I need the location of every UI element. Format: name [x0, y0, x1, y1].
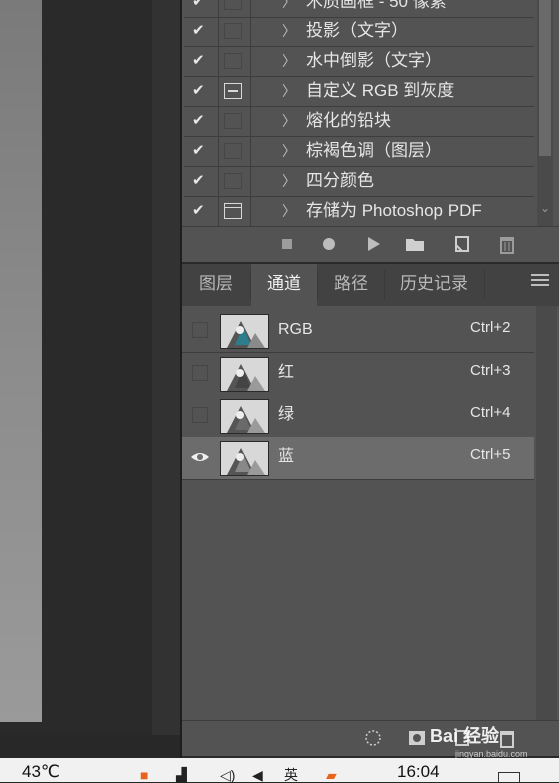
document-canvas[interactable]: [0, 0, 152, 735]
channel-thumbnail: [220, 357, 269, 392]
action-checkmark-icon[interactable]: ✔: [192, 82, 208, 100]
dialog-toggle[interactable]: [224, 143, 242, 159]
dialog-toggle[interactable]: [224, 53, 242, 69]
tab-label: 历史记录: [400, 274, 468, 293]
eye-icon[interactable]: [190, 449, 210, 465]
action-row[interactable]: ✔ 〉 投影（文字）: [184, 17, 534, 47]
channel-shortcut: Ctrl+3: [470, 362, 511, 379]
system-clock[interactable]: 16:04: [397, 762, 440, 782]
action-label: 投影（文字）: [306, 21, 408, 40]
channel-name: 红: [278, 364, 295, 381]
action-checkmark-icon[interactable]: ✔: [192, 172, 208, 190]
chevron-right-icon[interactable]: 〉: [282, 112, 296, 130]
action-checkmark-icon[interactable]: ✔: [192, 112, 208, 130]
ime-indicator[interactable]: 英: [284, 768, 298, 782]
channel-row-blue[interactable]: 蓝 Ctrl+5: [182, 437, 534, 480]
dialog-toggle[interactable]: [224, 23, 242, 39]
channel-name: 绿: [278, 406, 295, 423]
canvas-gutter: [152, 0, 180, 735]
action-label: 存储为 Photoshop PDF: [306, 201, 482, 220]
chevron-right-icon[interactable]: 〉: [282, 202, 296, 220]
tab-label: 图层: [199, 274, 233, 293]
tab-label: 路径: [334, 274, 368, 293]
panel-tabs: 图层 通道 路径 历史记录: [182, 264, 559, 306]
channel-thumbnail: [220, 314, 269, 349]
action-checkmark-icon[interactable]: ✔: [192, 52, 208, 70]
visibility-toggle[interactable]: [192, 365, 208, 381]
channel-name: 蓝: [278, 448, 295, 465]
action-label: 棕褐色调（图层）: [306, 141, 442, 160]
chevron-right-icon[interactable]: 〉: [282, 52, 296, 70]
dialog-toggle[interactable]: [224, 173, 242, 189]
channel-shortcut: Ctrl+2: [470, 319, 511, 336]
action-checkmark-icon[interactable]: ✔: [192, 0, 208, 11]
action-checkmark-icon[interactable]: ✔: [192, 202, 208, 220]
weather-temperature[interactable]: 43℃: [22, 762, 60, 782]
action-label: 四分颜色: [306, 171, 374, 190]
play-icon[interactable]: [362, 233, 384, 255]
trash-icon[interactable]: [496, 233, 518, 255]
channel-thumbnail: [220, 441, 269, 476]
dialog-toggle-full[interactable]: [224, 203, 242, 219]
channel-thumbnail: [220, 399, 269, 434]
input-method-icon[interactable]: ▰: [326, 768, 337, 782]
action-row[interactable]: ✔ 〉 棕褐色调（图层）: [184, 137, 534, 167]
action-label: 熔化的铅块: [306, 111, 391, 130]
notification-icon[interactable]: [498, 772, 520, 782]
action-row[interactable]: ✔ 〉 水中倒影（文字）: [184, 47, 534, 77]
tab-paths[interactable]: 路径: [318, 264, 384, 306]
channel-row-green[interactable]: 绿 Ctrl+4: [182, 395, 534, 438]
chevron-right-icon[interactable]: 〉: [282, 142, 296, 160]
watermark-logo: Bai 经验: [430, 726, 500, 746]
visibility-toggle[interactable]: [192, 322, 208, 338]
dialog-toggle[interactable]: [224, 0, 242, 10]
actions-toolbar: [182, 226, 559, 263]
tab-label: 通道: [267, 274, 301, 293]
channel-shortcut: Ctrl+5: [470, 446, 511, 463]
action-row[interactable]: ✔ 〉 四分颜色: [184, 167, 534, 197]
chevron-right-icon[interactable]: 〉: [282, 172, 296, 190]
action-label: 水中倒影（文字）: [306, 51, 442, 70]
delete-channel-icon[interactable]: [496, 727, 518, 749]
save-selection-icon[interactable]: [406, 727, 428, 749]
action-label: 木质画框 - 50 像素: [306, 0, 447, 11]
folder-icon[interactable]: [404, 233, 426, 255]
action-checkmark-icon[interactable]: ✔: [192, 142, 208, 160]
channel-row-rgb[interactable]: RGB Ctrl+2: [182, 310, 534, 353]
tab-layers[interactable]: 图层: [182, 264, 250, 306]
actions-scroll-thumb[interactable]: [539, 0, 551, 156]
chevron-right-icon[interactable]: 〉: [282, 22, 296, 40]
stop-icon[interactable]: [276, 233, 298, 255]
network-icon[interactable]: ▟: [176, 768, 187, 782]
tab-history[interactable]: 历史记录: [385, 264, 483, 306]
dialog-toggle[interactable]: [224, 113, 242, 129]
action-row[interactable]: ✔ 〉 自定义 RGB 到灰度: [184, 77, 534, 107]
channel-name: RGB: [278, 321, 313, 338]
action-label: 自定义 RGB 到灰度: [306, 81, 455, 100]
panel-menu-icon[interactable]: [531, 274, 549, 290]
channels-scrollbar[interactable]: [536, 306, 557, 720]
chevron-right-icon[interactable]: 〉: [282, 82, 296, 100]
taskbar: 43℃ ■ ▟ ◁) ◀ 英 ▰ 16:04: [0, 758, 559, 782]
app-icon[interactable]: ■: [140, 768, 148, 782]
chevron-right-icon[interactable]: 〉: [282, 0, 296, 11]
volume-icon[interactable]: ◁): [220, 768, 235, 782]
load-selection-icon[interactable]: [362, 727, 384, 749]
action-row[interactable]: ✔ 〉 木质画框 - 50 像素: [184, 0, 534, 18]
speaker-icon[interactable]: ◀: [252, 768, 263, 782]
channel-row-red[interactable]: 红 Ctrl+3: [182, 353, 534, 396]
actions-list: ✔ 〉 木质画框 - 50 像素 ✔ 〉 投影（文字） ✔ 〉 水中倒影（文字）…: [184, 0, 534, 226]
action-row[interactable]: ✔ 〉 存储为 Photoshop PDF: [184, 197, 534, 226]
canvas-image[interactable]: [0, 0, 42, 722]
right-panel-dock: ✔ 〉 木质画框 - 50 像素 ✔ 〉 投影（文字） ✔ 〉 水中倒影（文字）…: [180, 0, 559, 758]
record-icon[interactable]: [318, 233, 340, 255]
action-checkmark-icon[interactable]: ✔: [192, 22, 208, 40]
visibility-toggle[interactable]: [192, 407, 208, 423]
dialog-toggle-partial[interactable]: [224, 83, 242, 99]
action-row[interactable]: ✔ 〉 熔化的铅块: [184, 107, 534, 137]
channel-shortcut: Ctrl+4: [470, 404, 511, 421]
scroll-down-icon[interactable]: ⌄: [539, 200, 551, 216]
tab-channels[interactable]: 通道: [251, 264, 317, 306]
new-action-icon[interactable]: [452, 233, 474, 255]
